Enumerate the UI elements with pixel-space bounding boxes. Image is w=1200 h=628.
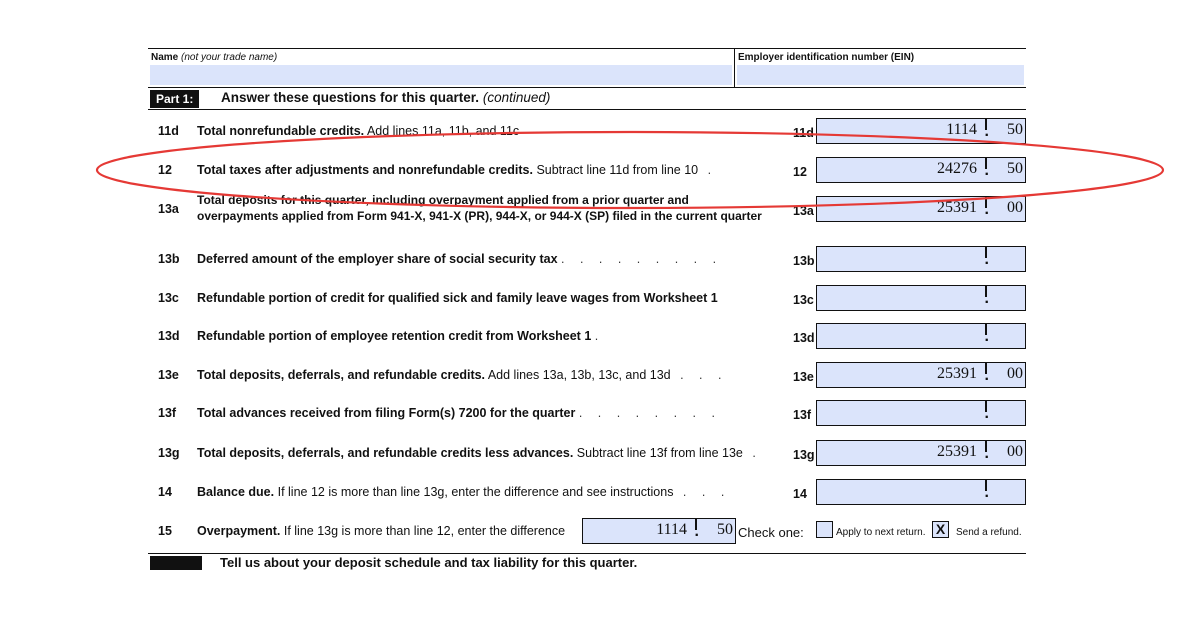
amount-cents: 00 [1007,365,1023,382]
decimal-point: . [984,328,989,345]
line-number: 13e [158,368,179,382]
amount-field[interactable]: 25391. 00 [816,362,1026,388]
line-11d-row: 11d Total nonrefundable credits. Add line… [148,118,1026,144]
amount-cents: 00 [1007,443,1023,460]
amount-dollars: 24276 [937,160,977,177]
ein-input[interactable] [737,65,1024,85]
ein-label: Employer identification number (EIN) [738,52,915,63]
line-reference: 12 [793,165,807,179]
line-number: 15 [158,524,172,538]
line-reference: 13f [793,408,812,422]
line-13c-row: 13c Refundable portion of credit for qual… [148,285,1026,311]
line-15-row: 15 Overpayment. If line 13g is more than… [148,518,1026,544]
line-description: Refundable portion of employee retention… [197,329,605,343]
line-reference: 13g [793,448,815,462]
apply-to-next-return-label: Apply to next return. [836,527,926,538]
line-number: 11d [158,124,179,138]
amount-field[interactable]: 24276. 50 [816,157,1026,183]
part1-top-rule [148,87,1026,88]
line-number: 12 [158,163,172,177]
name-label: Name (not your trade name) [151,52,278,63]
line-description: Total nonrefundable credits. Add lines 1… [197,124,520,138]
check-one-label: Check one: [738,525,804,540]
line-13g-row: 13g Total deposits, deferrals, and refund… [148,440,1026,466]
decimal-point: . [984,123,989,140]
line-13b-row: 13b Deferred amount of the employer share… [148,246,1026,272]
amount-dollars: 25391 [937,443,977,460]
part2-tag [150,556,202,570]
line-number: 13g [158,446,180,460]
part1-title: Answer these questions for this quarter.… [221,90,551,105]
line-13e-row: 13e Total deposits, deferrals, and refund… [148,362,1026,388]
line-reference: 13e [793,370,814,384]
line-14-row: 14 Balance due. If line 12 is more than l… [148,479,1026,505]
ein-field-box: Employer identification number (EIN) [735,49,1026,87]
line-number: 13f [158,406,177,420]
decimal-point: . [984,405,989,422]
line-description: Balance due. If line 12 is more than lin… [197,485,731,499]
overpayment-amount-field[interactable]: 1114 . 50 [582,518,736,544]
amount-dollars: 25391 [937,199,977,216]
line-number: 13b [158,252,180,266]
amount-dollars: 1114 [656,521,687,538]
decimal-point: . [984,162,989,179]
line-number: 13d [158,329,180,343]
decimal-point: . [984,484,989,501]
send-refund-label: Send a refund. [956,527,1022,538]
line-reference: 11d [793,126,814,140]
amount-field[interactable]: . [816,400,1026,426]
decimal-point: . [984,290,989,307]
line-description: Total deposits, deferrals, and refundabl… [197,446,762,460]
line-reference: 13d [793,331,815,345]
amount-field[interactable]: 25391. 00 [816,440,1026,466]
line-description: Refundable portion of credit for qualifi… [197,291,718,305]
part1-tag: Part 1: [150,90,200,108]
line-description: Total taxes after adjustments and nonref… [197,163,718,177]
amount-field[interactable]: 25391. 00 [816,196,1026,222]
amount-cents: 00 [1007,199,1023,216]
line-description-1: Total deposits for this quarter, includi… [197,193,689,207]
amount-field[interactable]: . [816,285,1026,311]
part1-bottom-rule [148,109,1026,110]
amount-cents: 50 [1007,160,1023,177]
decimal-point: . [984,445,989,462]
line-number: 13c [158,291,179,305]
line-reference: 13b [793,254,815,268]
line-description: Total deposits for this quarter, includi… [197,192,782,224]
amount-cents: 50 [1007,121,1023,138]
amount-dollars: 1114 [946,121,977,138]
amount-field[interactable]: 1114. 50 [816,118,1026,144]
line-description-2: overpayments applied from Form 941-X, 94… [197,209,762,223]
amount-dollars: 25391 [937,365,977,382]
line-number: 14 [158,485,172,499]
apply-to-next-return-checkbox[interactable] [816,521,833,538]
line-reference: 14 [793,487,807,501]
line-reference: 13c [793,293,814,307]
line-description: Overpayment. If line 13g is more than li… [197,524,566,538]
amount-cents: 50 [717,521,733,538]
name-input[interactable] [150,65,732,85]
line-13f-row: 13f Total advances received from filing F… [148,400,1026,426]
line-description: Deferred amount of the employer share of… [197,252,723,266]
send-refund-checkbox[interactable]: X [932,521,949,538]
decimal-point: . [984,201,989,218]
part2-top-rule [148,553,1026,554]
line-description: Total advances received from filing Form… [197,406,721,420]
decimal-point: . [984,251,989,268]
line-13d-row: 13d Refundable portion of employee retent… [148,323,1026,349]
name-field-box: Name (not your trade name) [148,49,735,87]
line-description: Total deposits, deferrals, and refundabl… [197,368,728,382]
line-reference: 13a [793,204,814,218]
line-number: 13a [158,202,179,216]
line-13a-row: 13a Total deposits for this quarter, incl… [148,193,1026,223]
amount-field[interactable]: . [816,479,1026,505]
line-12-row: 12 Total taxes after adjustments and nonr… [148,157,1026,183]
amount-field[interactable]: . [816,323,1026,349]
decimal-point: . [694,523,699,540]
amount-field[interactable]: . [816,246,1026,272]
decimal-point: . [984,367,989,384]
form-941-page: Name (not your trade name) Employer iden… [148,0,1026,570]
part2-title: Tell us about your deposit schedule and … [220,555,638,570]
